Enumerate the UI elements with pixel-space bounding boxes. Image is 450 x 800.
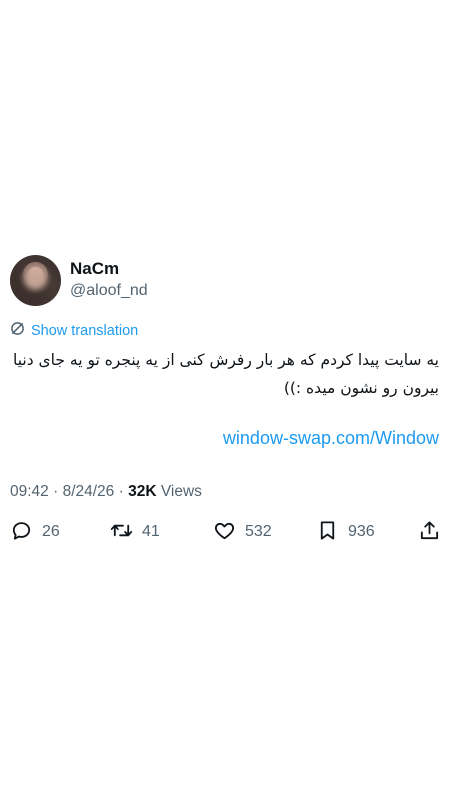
meta-separator: · <box>48 483 63 500</box>
reply-icon <box>10 519 33 546</box>
tweet-meta: 09:42 · 8/24/26 · 32K Views <box>10 483 202 501</box>
heart-icon <box>213 519 236 546</box>
views-count: 32K <box>128 483 157 500</box>
action-bar: 26 41 532 936 <box>0 517 450 547</box>
author-display-name[interactable]: NaCm <box>70 259 119 279</box>
tweet-time[interactable]: 09:42 <box>10 483 49 500</box>
share-icon <box>418 519 441 546</box>
tweet-date[interactable]: 8/24/26 <box>63 483 115 500</box>
tweet: NaCm @aloof_nd Show translation یه سایت … <box>0 0 450 800</box>
reply-count: 26 <box>42 523 60 540</box>
reply-button[interactable]: 26 <box>10 517 60 547</box>
avatar[interactable] <box>10 255 61 306</box>
show-translation-button[interactable]: Show translation <box>10 321 138 340</box>
tweet-link[interactable]: window-swap.com/Window <box>223 428 439 449</box>
retweet-button[interactable]: 41 <box>110 517 160 547</box>
bookmark-count: 936 <box>348 523 375 540</box>
tweet-text: یه سایت پیدا کردم که هر بار رفرش کنی از … <box>12 351 439 397</box>
bookmark-icon <box>316 519 339 546</box>
author-handle[interactable]: @aloof_nd <box>70 282 148 300</box>
meta-separator: · <box>114 483 129 500</box>
like-count: 532 <box>245 523 272 540</box>
translate-icon <box>10 321 25 340</box>
retweet-icon <box>110 519 133 546</box>
retweet-count: 41 <box>142 523 160 540</box>
share-button[interactable] <box>418 517 441 547</box>
show-translation-label: Show translation <box>31 322 139 339</box>
views-label: Views <box>156 483 202 500</box>
bookmark-button[interactable]: 936 <box>316 517 375 547</box>
like-button[interactable]: 532 <box>213 517 272 547</box>
avatar-image <box>10 255 61 306</box>
